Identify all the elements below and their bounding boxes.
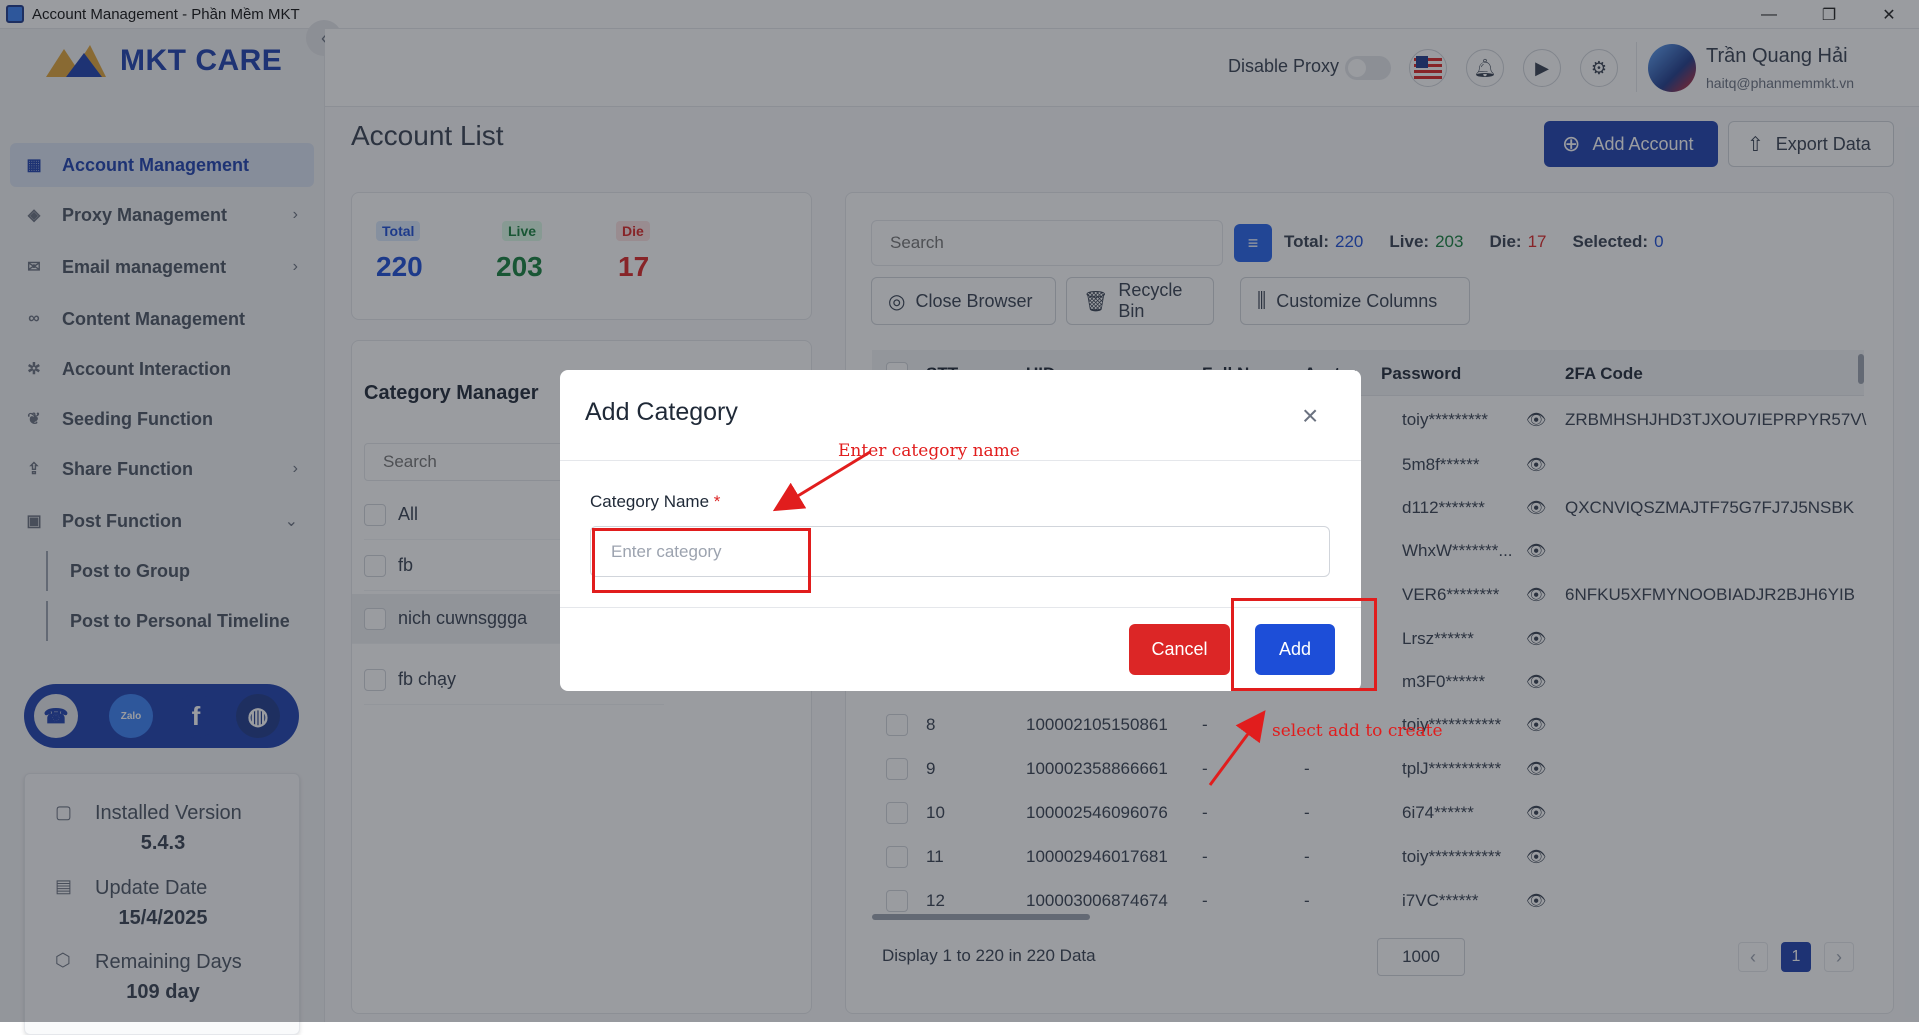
annotation-arrows [772,450,1266,786]
annotation-arrow-to-add [1208,710,1266,786]
annotation-arrow-to-input [772,450,871,512]
